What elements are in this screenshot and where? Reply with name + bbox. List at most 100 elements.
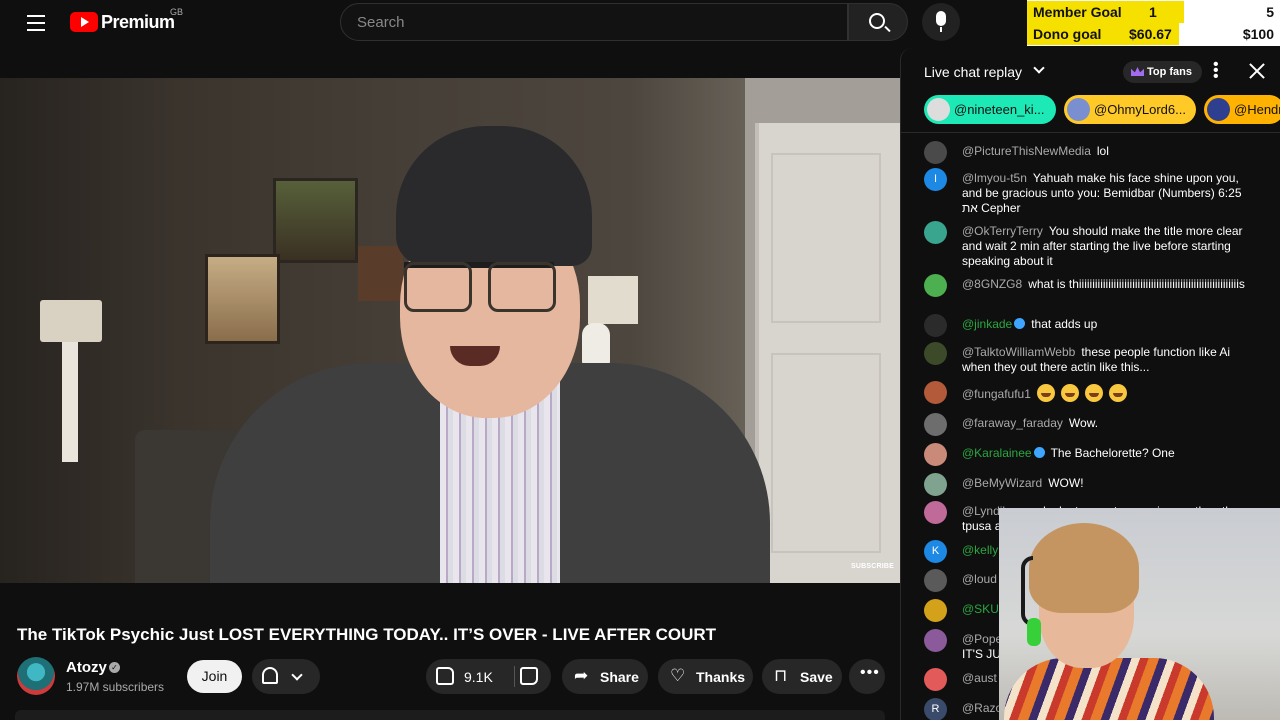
avatar[interactable]: R	[924, 698, 947, 720]
video-player[interactable]	[0, 78, 900, 583]
message-author[interactable]: @faraway_faraday	[962, 416, 1063, 430]
chat-mode-selector[interactable]: Live chat replay	[924, 64, 1022, 80]
save-label: Save	[800, 669, 833, 685]
avatar[interactable]: K	[924, 540, 947, 563]
message-author[interactable]: @BeMyWizard	[962, 476, 1042, 490]
menu-icon[interactable]	[20, 10, 52, 34]
message-author[interactable]: @Razo	[962, 701, 1002, 715]
member-goal-target: 5	[1266, 4, 1274, 20]
bell-icon	[262, 667, 278, 684]
avatar[interactable]	[924, 413, 947, 436]
more-actions-button[interactable]: •••	[849, 659, 885, 694]
divider	[514, 666, 515, 687]
youtube-logo[interactable]: Premium GB	[70, 7, 183, 33]
rofl-emoji-icon	[1108, 384, 1127, 402]
close-icon[interactable]	[1246, 60, 1268, 82]
video-door	[755, 123, 900, 583]
bookmark-icon: ⊓	[774, 666, 788, 685]
message-author[interactable]: @Pope	[962, 632, 1002, 646]
message-author[interactable]: @Karalainee	[962, 446, 1032, 460]
voice-search-button[interactable]	[922, 3, 960, 41]
video-painting	[273, 178, 358, 263]
message-author[interactable]: @lmyou-t5n	[962, 171, 1027, 185]
like-dislike-group: 9.1K	[426, 659, 551, 694]
video-person-beanie	[396, 126, 592, 266]
avatar[interactable]	[924, 342, 947, 365]
avatar[interactable]	[924, 141, 947, 164]
message-author[interactable]: @8GNZG8	[962, 277, 1022, 291]
ticker-item[interactable]: @OhmyLord6...	[1064, 95, 1196, 124]
avatar[interactable]	[924, 668, 947, 691]
save-button[interactable]: ⊓ Save	[762, 659, 842, 694]
member-goal-current: 1	[1149, 4, 1157, 20]
avatar[interactable]	[924, 443, 947, 466]
rofl-emoji-icon	[1084, 384, 1103, 402]
avatar[interactable]: I	[924, 168, 947, 191]
verified-icon: ✓	[109, 662, 120, 673]
message-author[interactable]: @SKUI	[962, 602, 1002, 616]
join-button[interactable]: Join	[187, 660, 242, 693]
message-author[interactable]: @jinkade	[962, 317, 1012, 331]
message-author[interactable]: @kelly	[962, 543, 998, 557]
subscribe-watermark[interactable]: SUBSCRIBE	[851, 563, 894, 570]
avatar[interactable]	[924, 599, 947, 622]
thumbs-down-icon[interactable]	[520, 667, 538, 685]
top-fans-label: Top fans	[1147, 66, 1193, 78]
message-text: IT'S JU	[962, 647, 1001, 661]
heart-dollar-icon: ♡	[670, 666, 686, 685]
streamer-webcam-overlay	[999, 508, 1280, 720]
ticker-item[interactable]: @nineteen_ki...	[924, 95, 1056, 124]
thanks-label: Thanks	[696, 669, 746, 685]
search-input[interactable]: Search	[340, 3, 848, 41]
video-lamp	[40, 300, 102, 342]
more-vertical-icon[interactable]: • • •	[1213, 57, 1221, 85]
thanks-button[interactable]: ♡ Thanks	[658, 659, 753, 694]
message-author[interactable]: @loud	[962, 572, 997, 586]
message-author[interactable]: @aust	[962, 671, 997, 685]
like-count[interactable]: 9.1K	[464, 669, 493, 685]
microphone-icon	[936, 11, 946, 32]
message-text: The Bachelorette? One	[1050, 446, 1175, 460]
ticker-name: @nineteen_ki...	[954, 102, 1045, 117]
ticker-item[interactable]: @Hendr	[1204, 95, 1280, 124]
notifications-button[interactable]	[252, 659, 320, 694]
thumbs-up-icon[interactable]	[436, 667, 454, 685]
channel-avatar[interactable]	[17, 657, 55, 695]
moderator-icon	[1014, 318, 1026, 329]
rofl-emoji-icon	[1036, 384, 1055, 402]
top-fans-button[interactable]: Top fans	[1123, 61, 1202, 83]
channel-name[interactable]: Atozy	[66, 659, 107, 676]
video-person-glasses	[404, 262, 556, 312]
avatar[interactable]	[924, 314, 947, 337]
chevron-down-icon[interactable]	[1033, 62, 1045, 74]
ticker-avatar	[927, 98, 950, 121]
rofl-emoji-icon	[1060, 384, 1079, 402]
more-horizontal-icon: •••	[860, 664, 880, 681]
avatar[interactable]	[924, 569, 947, 592]
search-button[interactable]	[848, 3, 908, 41]
divider	[901, 132, 1280, 133]
webcam-hair	[1029, 523, 1139, 613]
avatar[interactable]	[924, 221, 947, 244]
message-text: lol	[1096, 144, 1109, 158]
webcam-mic	[1027, 618, 1041, 646]
webcam-headphones	[1021, 556, 1033, 626]
message-author[interactable]: @TalktoWilliamWebb	[962, 345, 1075, 359]
message-author[interactable]: @OkTerryTerry	[962, 224, 1043, 238]
video-title: The TikTok Psychic Just LOST EVERYTHING …	[17, 625, 717, 644]
ticker-name: @Hendr	[1234, 102, 1280, 117]
message-author[interactable]: @PictureThisNewMedia	[962, 144, 1091, 158]
avatar[interactable]	[924, 473, 947, 496]
video-painting	[205, 254, 280, 344]
dono-goal-row: Dono goal $60.67 $100	[1027, 23, 1280, 45]
subscriber-count: 1.97M subscribers	[66, 680, 165, 694]
description-box[interactable]	[15, 710, 885, 720]
avatar[interactable]	[924, 629, 947, 652]
share-button[interactable]: ➦ Share	[562, 659, 648, 694]
chat-header: Live chat replay Top fans • • •	[901, 48, 1280, 96]
avatar[interactable]	[924, 381, 947, 404]
avatar[interactable]	[924, 274, 947, 297]
moderator-icon	[1033, 447, 1045, 458]
avatar[interactable]	[924, 501, 947, 524]
message-author[interactable]: @fungafufu1	[962, 387, 1031, 401]
